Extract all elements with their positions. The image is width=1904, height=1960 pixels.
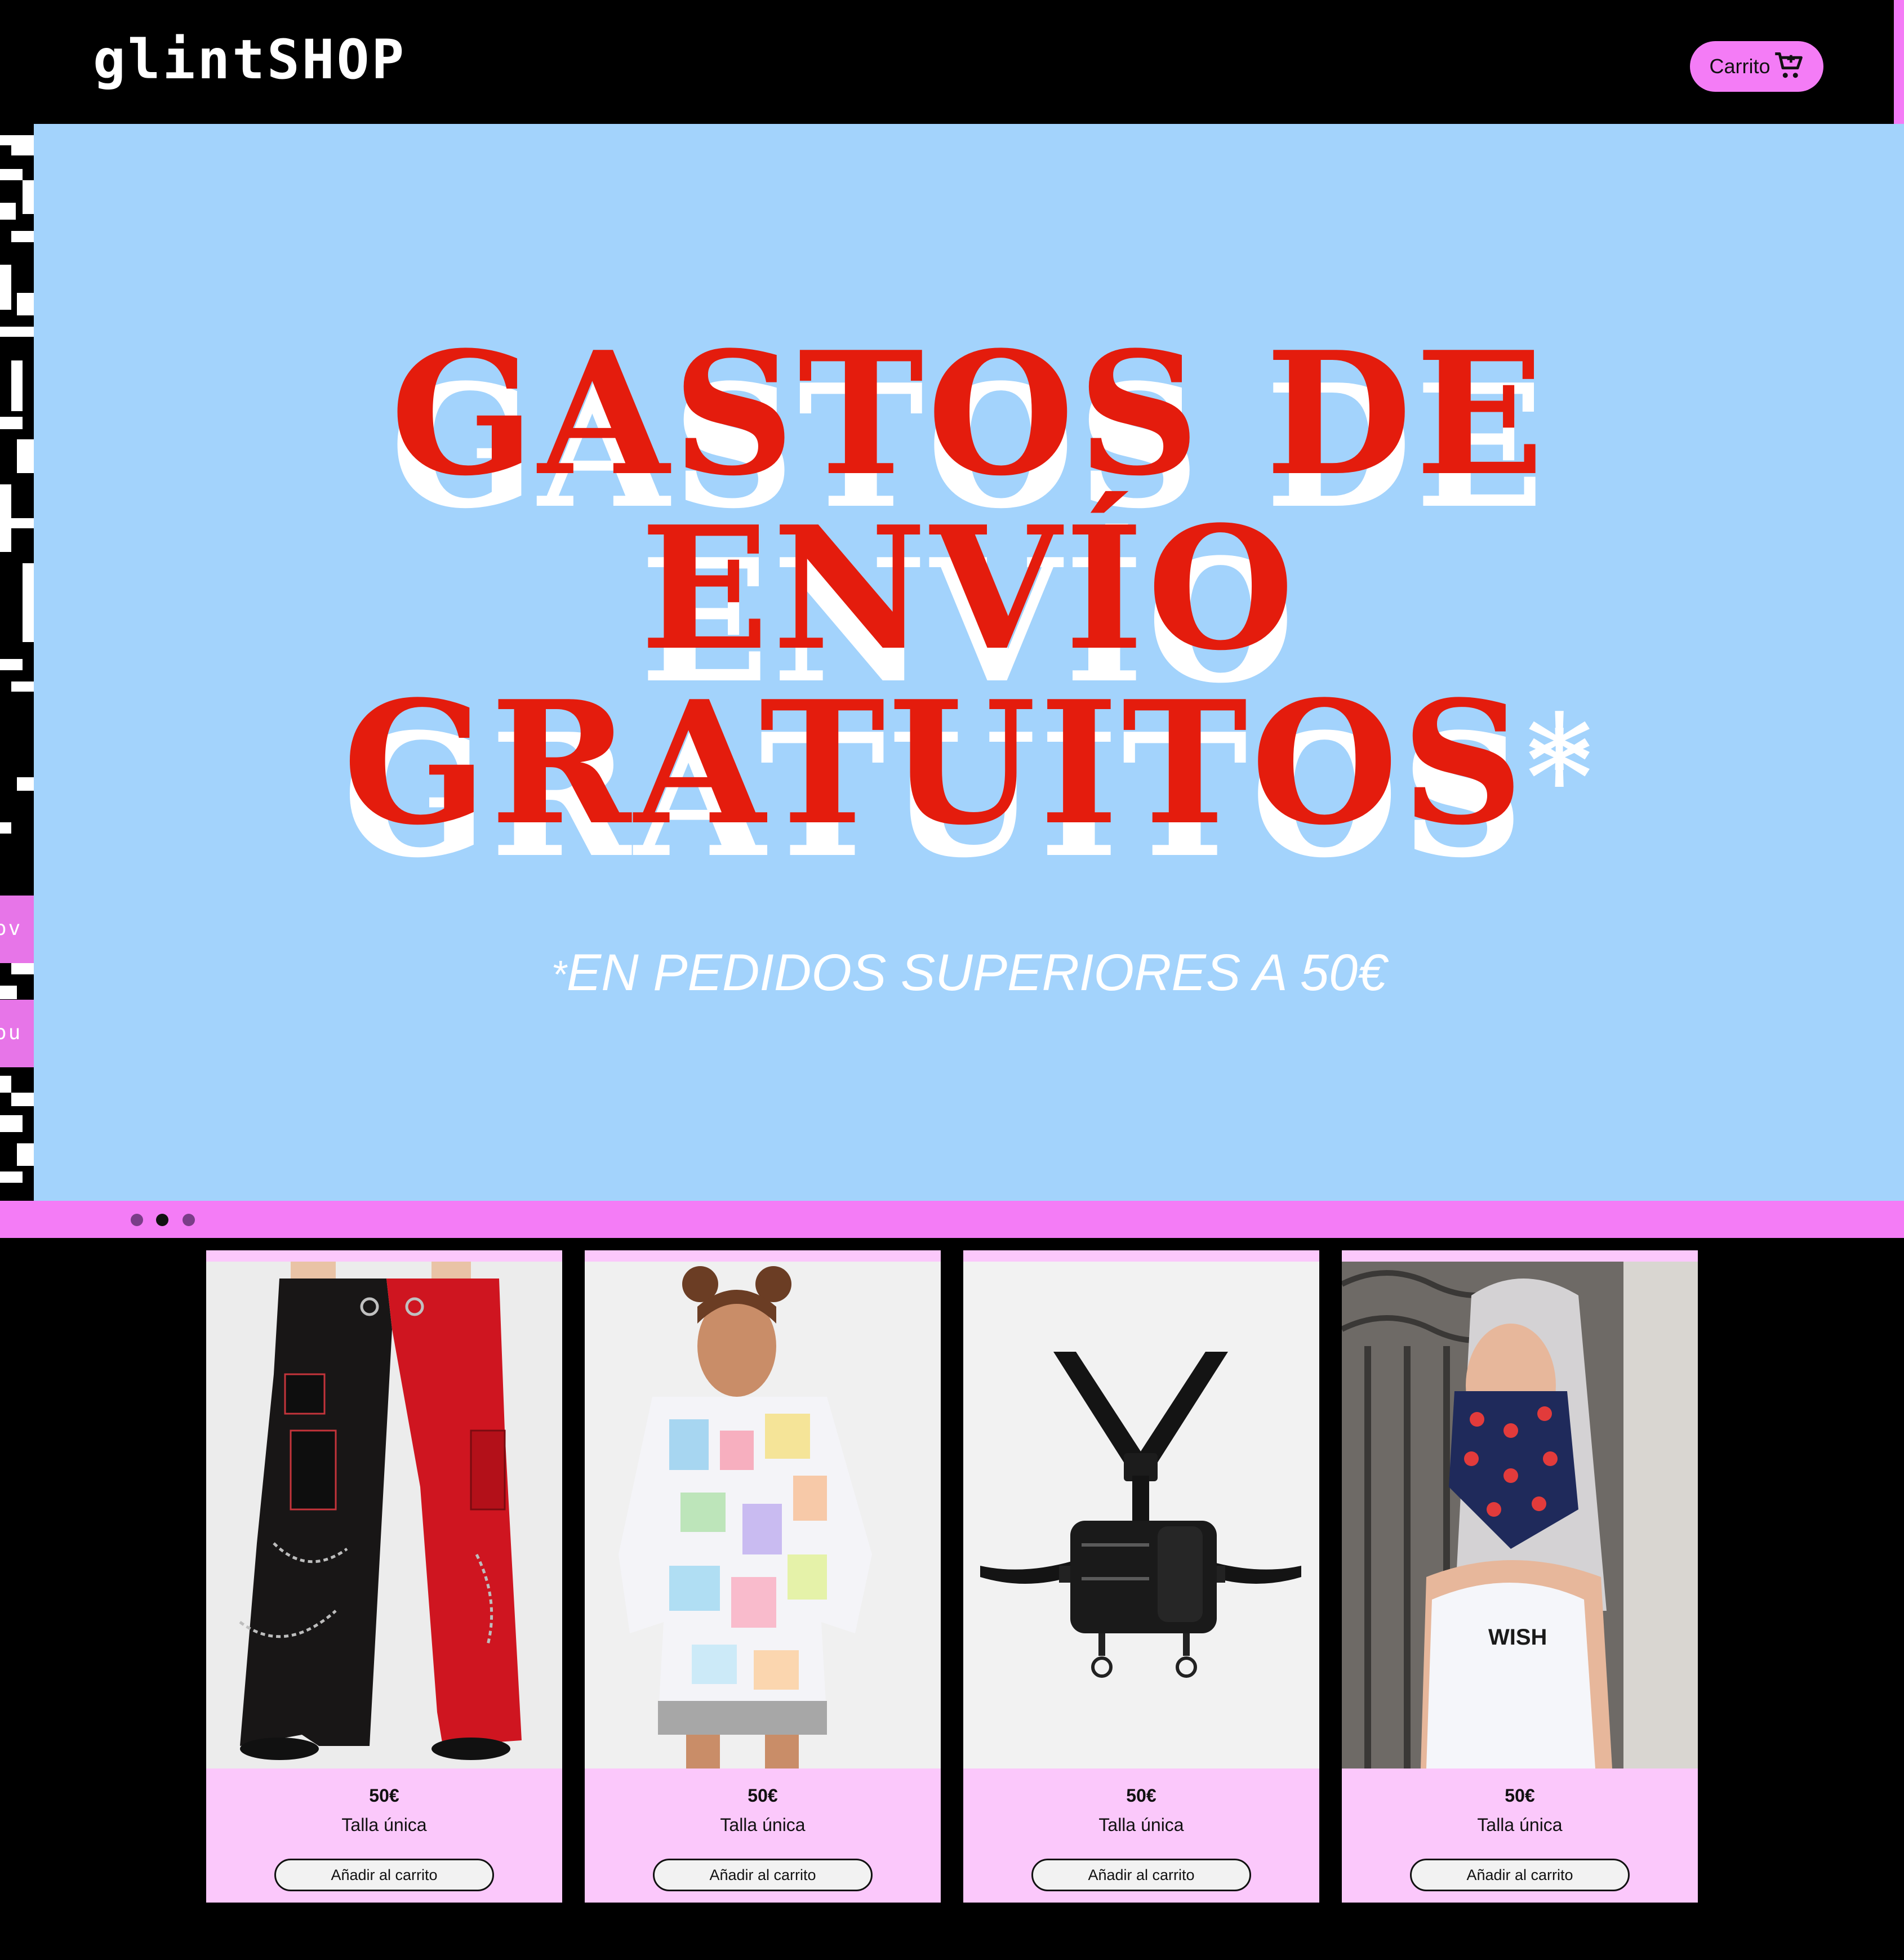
hero-title-line-1: GASTOS DE xyxy=(390,314,1548,513)
product-grid: 50€ Talla única Añadir al carrito 50€ Ta… xyxy=(0,1238,1904,1960)
product-price: 50€ xyxy=(369,1785,399,1806)
product-photo xyxy=(963,1262,1319,1769)
product-image-harness-bag[interactable] xyxy=(963,1262,1319,1769)
product-size: Talla única xyxy=(1477,1815,1563,1835)
svg-text:WISH: WISH xyxy=(1488,1625,1547,1650)
cart-button-label: Carrito xyxy=(1709,55,1770,78)
hero-subtitle-star: * xyxy=(551,952,567,996)
hero-subtitle-text: EN PEDIDOS SUPERIORES A 50€ xyxy=(566,944,1387,1001)
page: glintSHOP Carrito ov ou GASTOS DE ENVÍO … xyxy=(0,0,1904,1960)
hero-banner[interactable]: GASTOS DE ENVÍO GRATUITOS* *EN PEDIDOS S… xyxy=(34,124,1904,1201)
product-card: WISH 50€ Talla única Añadir al carrito xyxy=(1342,1250,1698,1903)
hero-title: GASTOS DE ENVÍO GRATUITOS* xyxy=(34,327,1904,850)
hero-title-line-3: GRATUITOS xyxy=(342,663,1527,862)
product-image-cargo-pants[interactable] xyxy=(206,1262,562,1769)
product-size: Talla única xyxy=(720,1815,806,1835)
carousel-dot-1[interactable] xyxy=(131,1214,143,1226)
product-card: 50€ Talla única Añadir al carrito xyxy=(963,1250,1319,1903)
side-pixel-strip: ov ou xyxy=(0,124,34,1201)
site-logo[interactable]: glintSHOP xyxy=(93,28,406,91)
carousel-dot-2[interactable] xyxy=(156,1214,168,1226)
side-tag-2-label: ou xyxy=(0,1021,23,1044)
header-accent-bar xyxy=(1894,0,1904,124)
shopping-cart-icon xyxy=(1774,52,1803,78)
product-image-cherry-mask[interactable]: WISH xyxy=(1342,1262,1698,1769)
add-to-cart-button[interactable]: Añadir al carrito xyxy=(274,1859,494,1891)
product-card: 50€ Talla única Añadir al carrito xyxy=(206,1250,562,1903)
carousel-indicator-bar xyxy=(0,1201,1904,1238)
product-price: 50€ xyxy=(1126,1785,1156,1806)
product-size: Talla única xyxy=(341,1815,427,1835)
add-to-cart-button[interactable]: Añadir al carrito xyxy=(653,1859,873,1891)
hero-title-line-3-wrap: GRATUITOS* xyxy=(34,676,1904,850)
product-photo xyxy=(585,1262,941,1769)
hero-title-line-2: ENVÍO xyxy=(640,489,1298,688)
product-image-printed-hoodie[interactable] xyxy=(585,1262,941,1769)
carousel-dot-3[interactable] xyxy=(183,1214,195,1226)
add-to-cart-button[interactable]: Añadir al carrito xyxy=(1031,1859,1251,1891)
product-size: Talla única xyxy=(1098,1815,1184,1835)
product-card: 50€ Talla única Añadir al carrito xyxy=(585,1250,941,1903)
side-tag-1[interactable]: ov xyxy=(0,896,34,963)
hero-subtitle: *EN PEDIDOS SUPERIORES A 50€ xyxy=(34,943,1904,1003)
product-price: 50€ xyxy=(748,1785,778,1806)
side-tag-1-label: ov xyxy=(0,917,23,940)
product-price: 50€ xyxy=(1505,1785,1535,1806)
site-header: glintSHOP Carrito xyxy=(0,0,1904,124)
cart-button[interactable]: Carrito xyxy=(1690,41,1823,92)
product-photo xyxy=(206,1262,562,1769)
product-photo: WISH xyxy=(1342,1262,1698,1769)
side-tag-2[interactable]: ou xyxy=(0,1000,34,1067)
hero-title-asterisk: * xyxy=(1527,688,1595,838)
add-to-cart-button[interactable]: Añadir al carrito xyxy=(1410,1859,1630,1891)
